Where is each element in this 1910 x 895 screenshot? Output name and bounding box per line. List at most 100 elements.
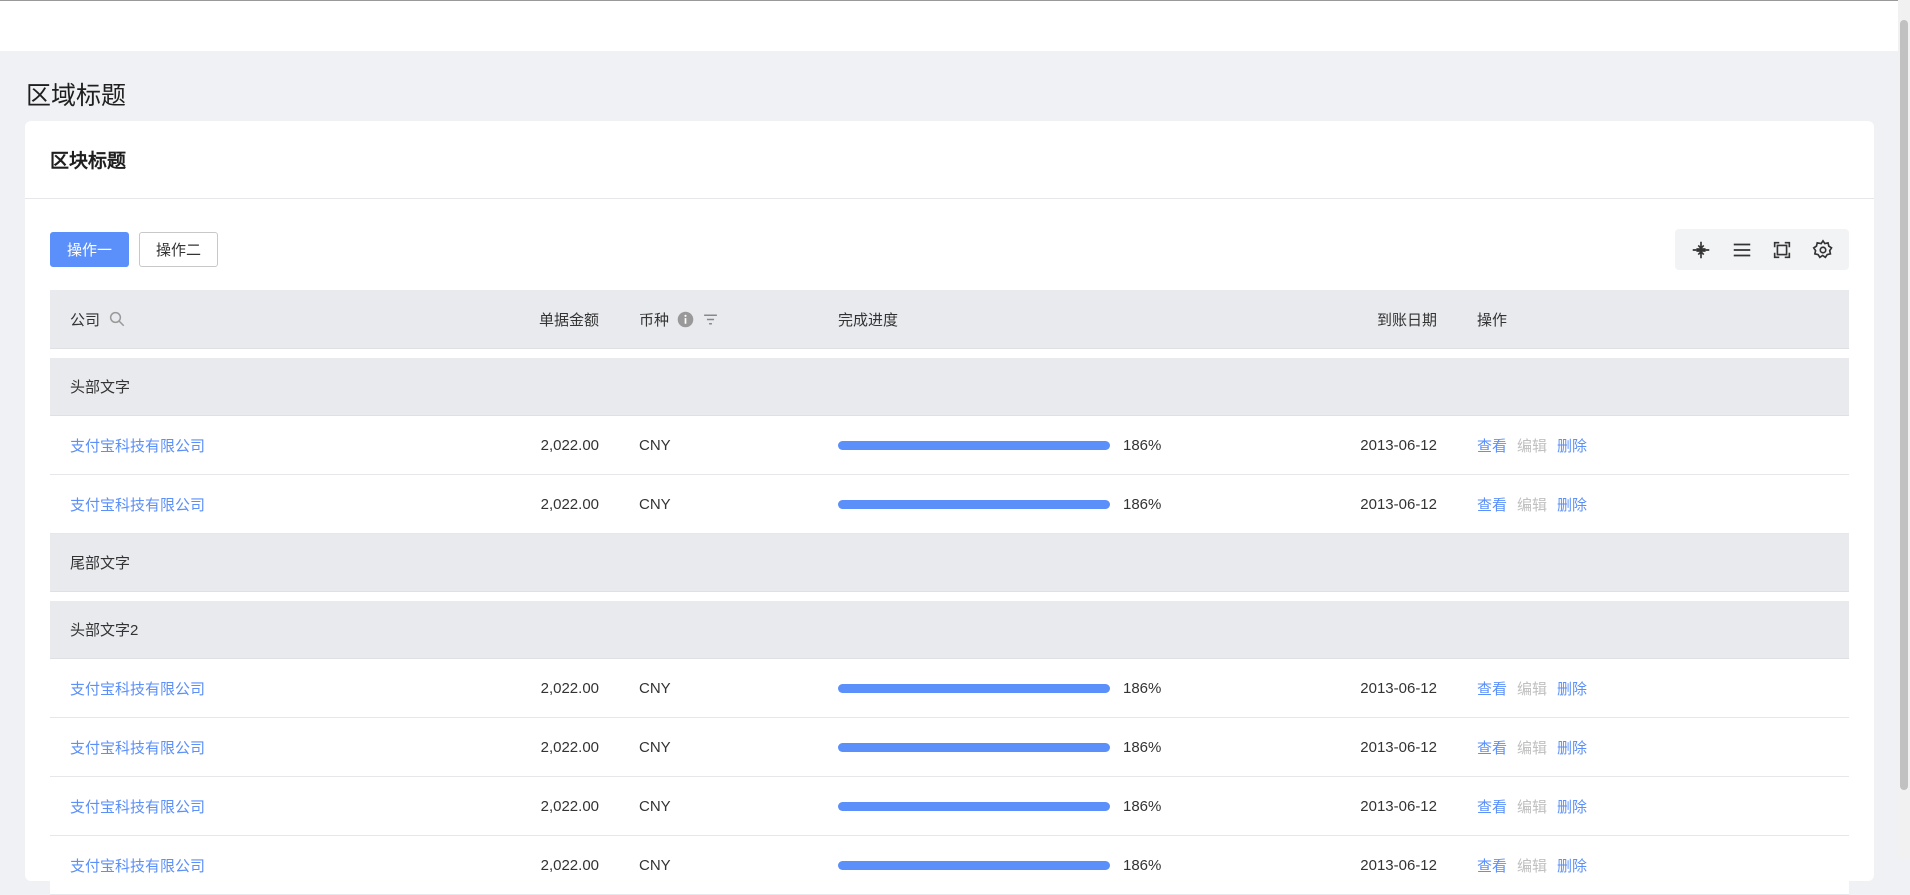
progress-bar: [838, 801, 1110, 811]
actions-cell: 查看 编辑 删除: [1457, 737, 1849, 758]
table-row: 支付宝科技有限公司 2,022.00 CNY 186% 2013-06-12 查看 编辑 删除: [50, 416, 1849, 475]
column-currency: 币种: [599, 309, 758, 330]
progress-percent: 186%: [1123, 797, 1162, 815]
delete-action-link[interactable]: 删除: [1557, 737, 1587, 758]
amount-cell: 2,022.00: [540, 797, 599, 815]
date-cell: 2013-06-12: [1360, 495, 1437, 513]
date-cell: 2013-06-12: [1360, 738, 1437, 756]
view-action-link[interactable]: 查看: [1477, 796, 1507, 817]
column-amount: 单据金额: [538, 311, 599, 329]
column-company: 公司: [50, 309, 515, 330]
group-header-row: 头部文字: [50, 358, 1849, 416]
card-header: 区块标题: [25, 121, 1874, 199]
table-row: 支付宝科技有限公司 2,022.00 CNY 186% 2013-06-12 查看 编辑 删除: [50, 777, 1849, 836]
company-cell: 支付宝科技有限公司: [50, 796, 515, 817]
filter-icon[interactable]: [702, 311, 719, 328]
table-row: 支付宝科技有限公司 2,022.00 CNY 186% 2013-06-12 查看 编辑 删除: [50, 836, 1849, 895]
group-spacer: [50, 592, 1849, 601]
company-link[interactable]: 支付宝科技有限公司: [70, 796, 205, 817]
progress-bar: [838, 860, 1110, 870]
table-header: 公司 单据金额 币种 完成进度 到账日期 操作: [50, 290, 1849, 349]
date-cell: 2013-06-12: [1360, 797, 1437, 815]
company-link[interactable]: 支付宝科技有限公司: [70, 435, 205, 456]
content-card: 区块标题 操作一 操作二 公司 单据金额 币种 完成进度 到账日期 操作 头部文…: [25, 121, 1874, 895]
edit-action-link: 编辑: [1517, 437, 1548, 455]
amount-cell: 2,022.00: [540, 738, 599, 756]
actions-cell: 查看 编辑 删除: [1457, 796, 1849, 817]
company-cell: 支付宝科技有限公司: [50, 737, 515, 758]
progress-bar: [838, 499, 1110, 509]
progress-percent: 186%: [1123, 679, 1162, 697]
company-cell: 支付宝科技有限公司: [50, 678, 515, 699]
view-action-link[interactable]: 查看: [1477, 494, 1507, 515]
edit-action-link: 编辑: [1517, 496, 1548, 514]
actions-cell: 查看 编辑 删除: [1457, 678, 1849, 699]
view-action-link[interactable]: 查看: [1477, 678, 1507, 699]
action-toolbar: 操作一 操作二: [50, 232, 219, 267]
view-action-link[interactable]: 查看: [1477, 737, 1507, 758]
compress-icon[interactable]: [1687, 236, 1715, 264]
progress-percent: 186%: [1123, 436, 1162, 454]
actions-cell: 查看 编辑 删除: [1457, 435, 1849, 456]
view-action-link[interactable]: 查看: [1477, 855, 1507, 876]
date-cell: 2013-06-12: [1360, 679, 1437, 697]
progress-cell: 186%: [758, 857, 1258, 874]
info-icon[interactable]: [677, 311, 694, 328]
progress-percent: 186%: [1123, 738, 1162, 756]
search-icon[interactable]: [108, 310, 126, 328]
amount-cell: 2,022.00: [540, 856, 599, 874]
edit-action-link: 编辑: [1517, 798, 1548, 816]
edit-action-link: 编辑: [1517, 857, 1548, 875]
progress-cell: 186%: [758, 680, 1258, 697]
company-link[interactable]: 支付宝科技有限公司: [70, 855, 205, 876]
edit-action-link: 编辑: [1517, 739, 1548, 757]
table-row: 支付宝科技有限公司 2,022.00 CNY 186% 2013-06-12 查看 编辑 删除: [50, 659, 1849, 718]
actions-cell: 查看 编辑 删除: [1457, 494, 1849, 515]
progress-bar: [838, 440, 1110, 450]
progress-cell: 186%: [758, 739, 1258, 756]
company-cell: 支付宝科技有限公司: [50, 435, 515, 456]
settings-icon[interactable]: [1809, 236, 1837, 264]
company-link[interactable]: 支付宝科技有限公司: [70, 678, 205, 699]
top-bar: [0, 0, 1898, 51]
date-cell: 2013-06-12: [1360, 856, 1437, 874]
company-link[interactable]: 支付宝科技有限公司: [70, 737, 205, 758]
column-company-label: 公司: [70, 311, 101, 329]
progress-bar: [838, 683, 1110, 693]
currency-cell: CNY: [639, 797, 671, 815]
vertical-scrollbar[interactable]: [1898, 0, 1910, 859]
delete-action-link[interactable]: 删除: [1557, 494, 1587, 515]
column-actions: 操作: [1477, 311, 1508, 329]
group-spacer: [50, 349, 1849, 358]
fullscreen-icon[interactable]: [1768, 236, 1796, 264]
currency-cell: CNY: [639, 738, 671, 756]
table-row: 支付宝科技有限公司 2,022.00 CNY 186% 2013-06-12 查看 编辑 删除: [50, 718, 1849, 777]
group-footer-row: 尾部文字: [50, 534, 1849, 592]
density-icon[interactable]: [1728, 236, 1756, 264]
company-cell: 支付宝科技有限公司: [50, 855, 515, 876]
actions-cell: 查看 编辑 删除: [1457, 855, 1849, 876]
progress-cell: 186%: [758, 496, 1258, 513]
page-title: 区域标题: [26, 82, 127, 110]
primary-action-button[interactable]: 操作一: [50, 232, 130, 267]
delete-action-link[interactable]: 删除: [1557, 796, 1587, 817]
group-header-row: 头部文字2: [50, 601, 1849, 659]
secondary-action-button[interactable]: 操作二: [139, 232, 219, 267]
delete-action-link[interactable]: 删除: [1557, 678, 1587, 699]
company-link[interactable]: 支付宝科技有限公司: [70, 494, 205, 515]
delete-action-link[interactable]: 删除: [1557, 855, 1587, 876]
progress-percent: 186%: [1123, 856, 1162, 874]
progress-cell: 186%: [758, 798, 1258, 815]
edit-action-link: 编辑: [1517, 680, 1548, 698]
company-cell: 支付宝科技有限公司: [50, 494, 515, 515]
progress-percent: 186%: [1123, 495, 1162, 513]
progress-cell: 186%: [758, 437, 1258, 454]
delete-action-link[interactable]: 删除: [1557, 435, 1587, 456]
currency-cell: CNY: [639, 436, 671, 454]
amount-cell: 2,022.00: [540, 495, 599, 513]
scrollbar-thumb[interactable]: [1900, 20, 1908, 790]
currency-cell: CNY: [639, 856, 671, 874]
amount-cell: 2,022.00: [540, 679, 599, 697]
progress-bar: [838, 742, 1110, 752]
view-action-link[interactable]: 查看: [1477, 435, 1507, 456]
